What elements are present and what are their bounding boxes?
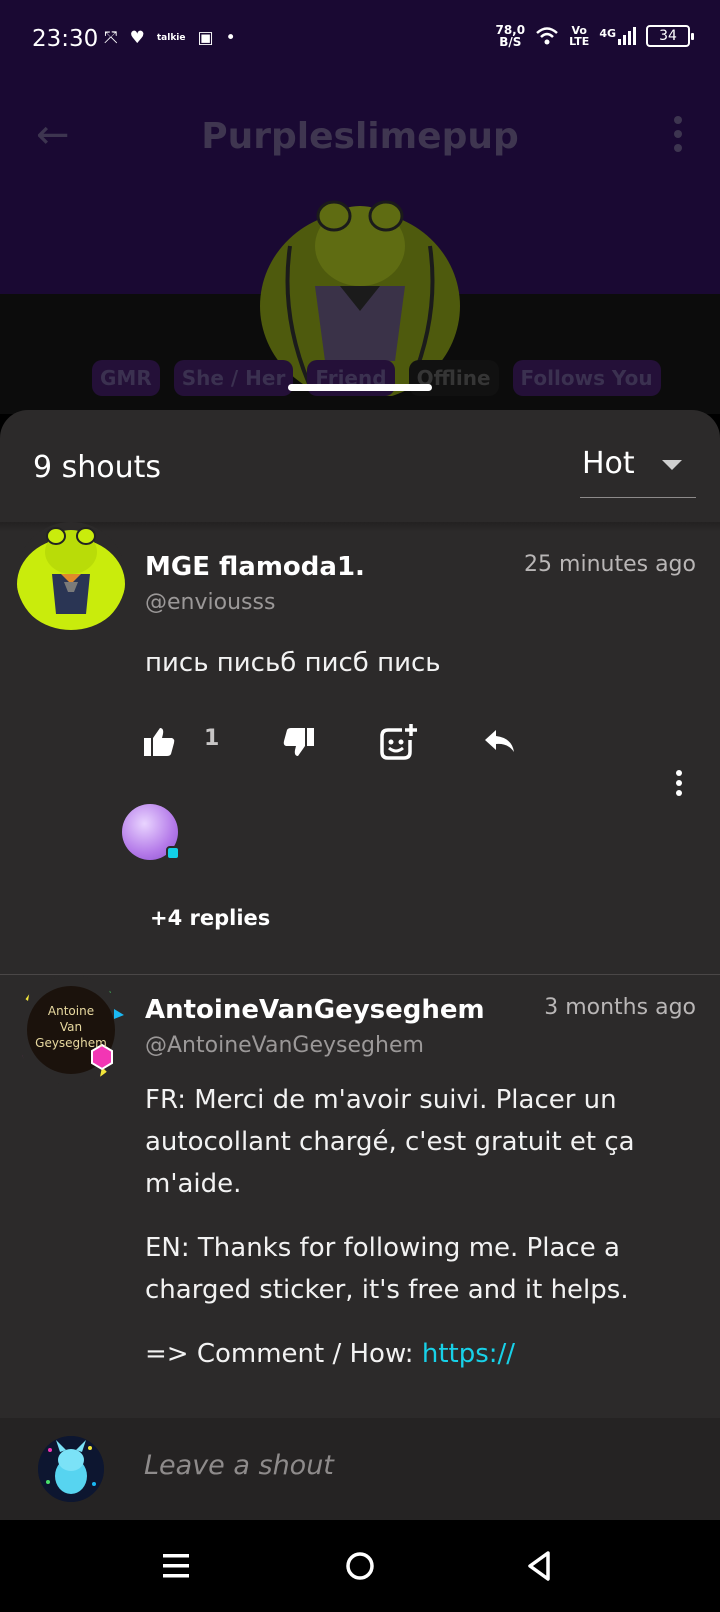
shout-count: 9 shouts (33, 450, 162, 485)
online-status-dot (166, 846, 180, 860)
heart-icon: ♥ (129, 28, 145, 48)
wifi-icon (536, 27, 558, 45)
author-name[interactable]: AntoineVanGeyseghem (145, 995, 485, 1025)
shout-item: MGE flamoda1. @enviousss 25 minutes ago … (0, 522, 720, 974)
shout-paragraph-comment: => Comment / How: https:// (145, 1339, 516, 1369)
thumbs-down-icon[interactable] (278, 722, 318, 762)
notification-icons: ⤧ ♥ talkie ▣ • (104, 28, 236, 48)
sort-dropdown[interactable]: Hot (580, 440, 696, 498)
shout-paragraph-en: EN: Thanks for following me. Place a cha… (145, 1233, 629, 1305)
more-options-icon[interactable] (674, 116, 682, 158)
thumbs-up-icon[interactable] (140, 722, 180, 762)
system-nav-bar (0, 1520, 720, 1612)
system-icons: 78,0 B/S Vo LTE 4G 34 (495, 23, 694, 49)
menu-icon[interactable] (156, 1546, 196, 1586)
author-handle: @AntoineVanGeyseghem (145, 1033, 424, 1058)
tag-follows-you: Follows You (512, 360, 661, 396)
shout-link[interactable]: https:// (422, 1339, 515, 1369)
shout-actions: 1 (140, 722, 580, 772)
shout-time: 25 minutes ago (524, 552, 696, 577)
sheet-header: 9 shouts Hot (0, 410, 720, 522)
avatar[interactable]: Antoine Van Geyseghem (16, 975, 126, 1085)
network-speed: 78,0 B/S (495, 23, 526, 49)
powerpoint-icon: ▣ (197, 28, 214, 48)
shout-composer[interactable]: Leave a shout (0, 1418, 720, 1520)
dot-icon: • (225, 28, 236, 48)
volte-indicator: Vo LTE (569, 24, 590, 48)
tag-pronoun-gmr: GMR (92, 360, 160, 396)
status-time: 23:30 (32, 26, 99, 52)
author-handle: @enviousss (145, 590, 276, 615)
reply-icon[interactable] (480, 722, 520, 762)
shouts-sheet: 9 shouts Hot MGE flamoda1. @enviousss 25… (0, 410, 720, 1520)
avatar[interactable] (16, 522, 126, 632)
page-title: Purpleslimepup (201, 116, 519, 157)
sheet-drag-handle[interactable] (288, 384, 432, 391)
battery-icon: 34 (646, 25, 694, 47)
shout-time: 3 months ago (544, 995, 696, 1020)
tag-pronouns: She / Her (173, 360, 294, 396)
author-name[interactable]: MGE flamoda1. (145, 552, 365, 582)
home-icon[interactable] (340, 1546, 380, 1586)
view-replies-link[interactable]: +4 replies (150, 906, 270, 930)
missed-call-icon: ⤧ (104, 28, 118, 48)
like-count: 1 (204, 726, 220, 751)
signal-icon: 4G (599, 27, 636, 45)
sort-label: Hot (582, 446, 635, 481)
shout-paragraph-fr: FR: Merci de m'avoir suivi. Placer un au… (145, 1085, 635, 1199)
shout-text: пись письб писб пись (145, 648, 441, 678)
shout-text: FR: Merci de m'avoir suivi. Placer un au… (145, 1079, 685, 1397)
back-icon[interactable] (520, 1546, 560, 1586)
avatar-label: Antoine Van Geyseghem (35, 1004, 107, 1050)
status-bar: 23:30 ⤧ ♥ talkie ▣ • 78,0 B/S Vo LTE 4G … (0, 0, 720, 80)
user-avatar (38, 1436, 104, 1502)
shout-input[interactable]: Leave a shout (144, 1450, 334, 1481)
shout-item: Antoine Van Geyseghem AntoineVanGeyseghe… (0, 975, 720, 1415)
talkie-icon: talkie (156, 33, 186, 43)
caret-down-icon (662, 460, 682, 470)
shout-more-icon[interactable] (676, 770, 684, 800)
sticker-add-icon[interactable] (378, 722, 418, 762)
